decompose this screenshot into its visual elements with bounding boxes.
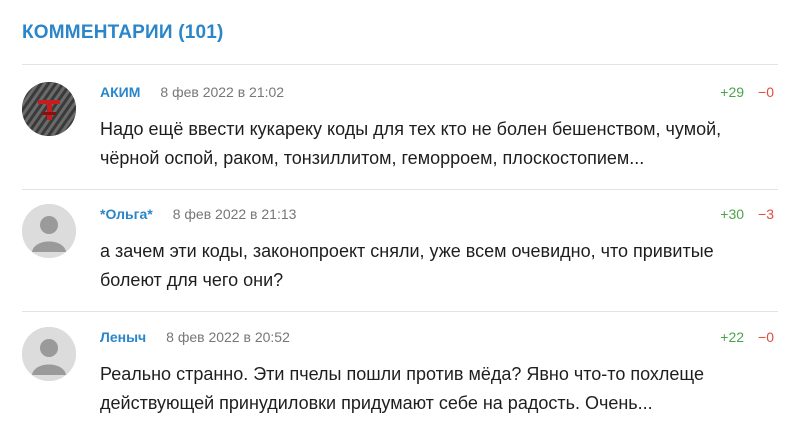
comment-votes: +22 −0: [720, 327, 774, 347]
avatar-image: [22, 82, 76, 136]
divider: [22, 311, 778, 312]
downvote-button[interactable]: −3: [758, 206, 774, 222]
comment-text: а зачем эти коды, законопроект сняли, уж…: [100, 241, 714, 290]
comment-votes: +30 −3: [720, 204, 774, 224]
comment-author[interactable]: Леныч: [100, 329, 146, 345]
divider: [22, 189, 778, 190]
comment-meta: Леныч 8 фев 2022 в 20:52: [100, 327, 290, 347]
comment-date: 8 фев 2022 в 21:02: [160, 84, 285, 100]
upvote-button[interactable]: +22: [720, 329, 744, 345]
avatar[interactable]: [22, 204, 76, 258]
default-user-icon: [22, 327, 76, 381]
downvote-button[interactable]: −0: [758, 329, 774, 345]
comment-author[interactable]: АКИМ: [100, 84, 140, 100]
comment-text: Надо ещё ввести кукареку коды для тех кт…: [100, 119, 722, 168]
avatar[interactable]: [22, 327, 76, 381]
comment-meta: *Ольга* 8 фев 2022 в 21:13: [100, 204, 296, 224]
comment-author[interactable]: *Ольга*: [100, 206, 153, 222]
downvote-button[interactable]: −0: [758, 84, 774, 100]
upvote-button[interactable]: +30: [720, 206, 744, 222]
comment-meta: АКИМ 8 фев 2022 в 21:02: [100, 82, 284, 102]
comment-date: 8 фев 2022 в 21:13: [172, 206, 297, 222]
comment-date: 8 фев 2022 в 20:52: [166, 329, 290, 345]
comments-section-title: КОММЕНТАРИИ (101): [22, 22, 224, 43]
default-user-icon: [22, 204, 76, 258]
upvote-button[interactable]: +29: [720, 84, 744, 100]
comment-text: Реально странно. Эти пчелы пошли против …: [100, 364, 705, 413]
avatar[interactable]: [22, 82, 76, 136]
comment-votes: +29 −0: [720, 82, 774, 102]
divider: [22, 64, 778, 65]
